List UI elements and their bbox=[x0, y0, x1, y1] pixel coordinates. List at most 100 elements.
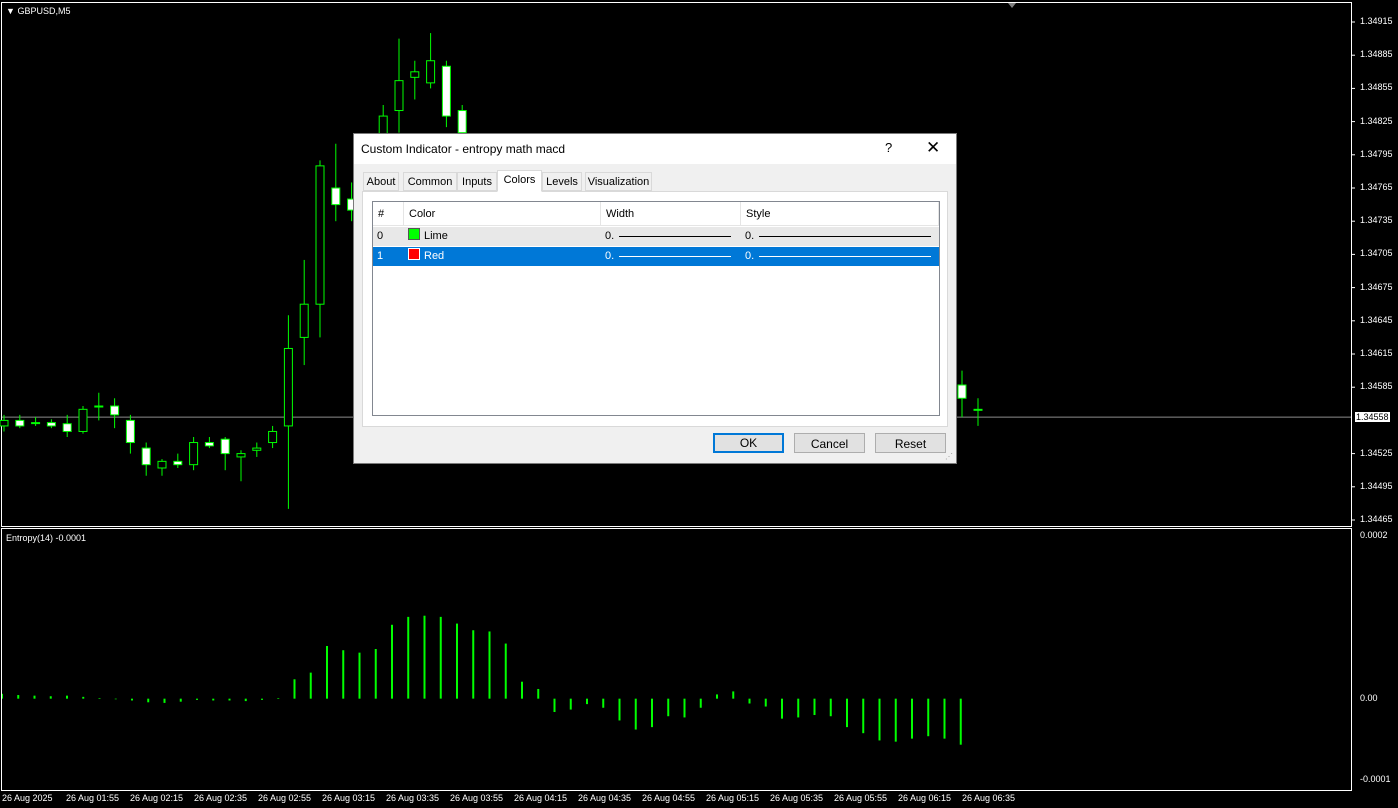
candle-body bbox=[457, 110, 467, 134]
style-line-sample bbox=[759, 256, 931, 257]
column-header-color[interactable]: Color bbox=[404, 202, 601, 226]
indicator-label: Entropy(14) -0.0001 bbox=[6, 533, 87, 543]
style-cell[interactable]: 0. bbox=[741, 227, 939, 246]
time-tick-label: 26 Aug 04:35 bbox=[578, 793, 632, 803]
candle-body bbox=[410, 71, 420, 78]
candle-body bbox=[283, 347, 293, 427]
price-tick-label: 1.34465 bbox=[1360, 514, 1393, 524]
price-tick-label: 1.34675 bbox=[1360, 281, 1393, 292]
color-cell[interactable]: Red bbox=[404, 247, 601, 266]
column-header-index[interactable]: # bbox=[373, 202, 404, 226]
row-index: 0 bbox=[377, 230, 384, 242]
tab-levels[interactable]: Levels bbox=[542, 172, 582, 191]
candle-body bbox=[441, 65, 451, 117]
custom-indicator-dialog: Custom Indicator - entropy math macd ? ✕… bbox=[353, 133, 957, 464]
dialog-title: Custom Indicator - entropy math macd bbox=[361, 142, 566, 156]
candle-body bbox=[299, 303, 309, 338]
indicator-tick-label: 0.00 bbox=[1360, 692, 1378, 703]
time-tick-label: 26 Aug 01:55 bbox=[66, 793, 120, 803]
reset-button[interactable]: Reset bbox=[875, 433, 946, 453]
dropdown-arrow-icon[interactable]: ▼ bbox=[6, 6, 15, 16]
time-tick-label: 26 Aug 02:35 bbox=[194, 793, 248, 803]
close-icon[interactable]: ✕ bbox=[926, 138, 940, 158]
color-swatch bbox=[408, 228, 420, 240]
candle-body bbox=[268, 430, 278, 444]
candle-body bbox=[973, 408, 983, 411]
color-cell[interactable]: Lime bbox=[404, 227, 601, 246]
symbol-timeframe-label: ▼ GBPUSD,M5 bbox=[6, 6, 71, 16]
time-tick-label: 26 Aug 05:35 bbox=[770, 793, 824, 803]
dialog-titlebar[interactable]: Custom Indicator - entropy math macd ? ✕ bbox=[354, 134, 956, 164]
width-line-sample bbox=[619, 236, 731, 237]
resize-grip-icon[interactable]: ⋰ bbox=[945, 452, 953, 461]
candle-body bbox=[331, 187, 341, 206]
candle-body bbox=[204, 442, 214, 447]
candle-body bbox=[220, 438, 230, 455]
time-tick-label: 26 Aug 04:55 bbox=[642, 793, 696, 803]
time-tick-label: 26 Aug 04:15 bbox=[514, 793, 568, 803]
candle-body bbox=[0, 419, 9, 427]
current-price-tag: 1.34558 bbox=[1354, 411, 1391, 423]
price-tick-label: 1.34825 bbox=[1360, 115, 1393, 126]
candle-body bbox=[252, 447, 262, 451]
tab-visualization[interactable]: Visualization bbox=[585, 172, 652, 191]
tab-inputs[interactable]: Inputs bbox=[457, 172, 497, 191]
width-cell[interactable]: 0. bbox=[601, 227, 741, 246]
price-tick-label: 1.34615 bbox=[1360, 348, 1393, 358]
price-tick-label: 1.34855 bbox=[1360, 82, 1393, 93]
tab-colors[interactable]: Colors bbox=[497, 170, 542, 192]
ok-button[interactable]: OK bbox=[713, 433, 784, 453]
tab-common[interactable]: Common bbox=[403, 172, 457, 191]
candle-body bbox=[125, 419, 135, 444]
candle-body bbox=[173, 460, 183, 466]
price-tick-label: 1.34795 bbox=[1360, 148, 1393, 159]
candle-body bbox=[78, 408, 88, 432]
time-tick-label: 26 Aug 02:55 bbox=[258, 793, 312, 803]
indicator-pane[interactable] bbox=[1, 528, 1352, 791]
price-tick-label: 1.34885 bbox=[1360, 49, 1393, 60]
candle-body bbox=[957, 384, 967, 399]
time-tick-label: 26 Aug 03:15 bbox=[322, 793, 376, 803]
candle-body bbox=[31, 422, 41, 425]
time-tick-label: 26 Aug 02:15 bbox=[130, 793, 184, 803]
candle-body bbox=[394, 80, 404, 112]
time-tick-label: 26 Aug 2025 bbox=[2, 793, 53, 803]
price-tick-label: 1.34705 bbox=[1360, 248, 1393, 259]
help-button[interactable]: ? bbox=[885, 140, 892, 155]
time-tick-label: 26 Aug 03:55 bbox=[450, 793, 504, 803]
candle-body bbox=[15, 419, 25, 427]
candle-body bbox=[62, 423, 72, 432]
tab-about[interactable]: About bbox=[363, 172, 399, 191]
price-tick-label: 1.34495 bbox=[1360, 480, 1393, 491]
style-line-sample bbox=[759, 236, 931, 237]
style-cell[interactable]: 0. bbox=[741, 247, 939, 266]
candle-body bbox=[94, 405, 104, 408]
time-tick-label: 26 Aug 05:55 bbox=[834, 793, 888, 803]
candle-body bbox=[315, 165, 325, 305]
candle-body bbox=[110, 405, 120, 416]
candle-body bbox=[141, 447, 151, 466]
color-swatch bbox=[408, 248, 420, 260]
candle-body bbox=[189, 442, 199, 466]
table-row-selected[interactable]: 1 Red 0. 0. bbox=[373, 247, 939, 266]
width-line-sample bbox=[619, 256, 731, 257]
time-tick-label: 26 Aug 06:15 bbox=[898, 793, 952, 803]
price-tick-label: 1.34585 bbox=[1360, 381, 1393, 392]
candle-body bbox=[157, 460, 167, 469]
column-header-style[interactable]: Style bbox=[741, 202, 939, 226]
price-tick-label: 1.34525 bbox=[1360, 447, 1393, 458]
price-tick-label: 1.34645 bbox=[1360, 314, 1393, 325]
row-index: 1 bbox=[377, 250, 384, 262]
time-tick-label: 26 Aug 06:35 bbox=[962, 793, 1016, 803]
column-header-width[interactable]: Width bbox=[601, 202, 741, 226]
time-tick-label: 26 Aug 03:35 bbox=[386, 793, 440, 803]
candle-body bbox=[236, 453, 246, 458]
price-tick-label: 1.34915 bbox=[1360, 16, 1393, 26]
table-row[interactable]: 0 Lime 0. 0. bbox=[373, 227, 939, 246]
price-tick-label: 1.34765 bbox=[1360, 182, 1393, 192]
indicator-tick-label: -0.0001 bbox=[1360, 774, 1391, 784]
cancel-button[interactable]: Cancel bbox=[794, 433, 865, 453]
indicator-tick-label: 0.0002 bbox=[1360, 530, 1388, 540]
colors-list[interactable]: # Color Width Style 0 Lime 0. 0. 1 Red 0… bbox=[372, 201, 940, 416]
width-cell[interactable]: 0. bbox=[601, 247, 741, 266]
